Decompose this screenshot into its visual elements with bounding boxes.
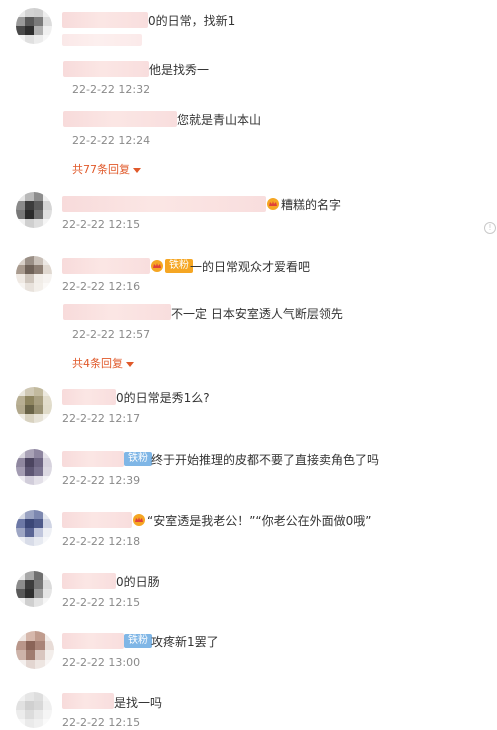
avatar[interactable] bbox=[16, 692, 52, 728]
reply-username-blurred[interactable] bbox=[63, 111, 177, 127]
comment-time: 22-2-22 12:15 bbox=[62, 596, 141, 609]
comment-text: 0的日肠 bbox=[116, 575, 160, 589]
comment-time: 22-2-22 12:16 bbox=[62, 280, 141, 293]
reply-time: 22-2-22 12:24 bbox=[72, 134, 151, 147]
comment-text: 终于开始推理的皮都不要了直接卖角色了吗 bbox=[151, 453, 380, 467]
avatar[interactable] bbox=[16, 192, 52, 228]
comment-text: 糟糕的名字 bbox=[281, 198, 342, 212]
reply-time: 22-2-22 12:57 bbox=[72, 328, 151, 341]
username-blurred[interactable] bbox=[62, 12, 148, 28]
fan-badge: 铁粉 bbox=[124, 452, 152, 466]
more-replies-label: 共77条回复 bbox=[72, 163, 130, 176]
avatar[interactable] bbox=[16, 631, 54, 669]
caret-down-icon bbox=[133, 167, 141, 173]
more-replies-link[interactable]: 共77条回复 bbox=[72, 161, 141, 177]
reply-text: 您就是青山本山 bbox=[177, 113, 262, 127]
comment-text: 0的日常，找新1 bbox=[148, 14, 236, 28]
username-blurred[interactable] bbox=[62, 512, 132, 528]
username-blurred[interactable] bbox=[62, 196, 266, 212]
comment-text: 0的日常是秀1么? bbox=[116, 391, 210, 405]
caret-down-icon bbox=[126, 361, 134, 367]
reply-list: 不一定 日本安室透人气断层领先 22-2-22 12:57 共4条回复 bbox=[61, 296, 481, 372]
username-blurred[interactable] bbox=[62, 573, 116, 589]
crown-icon bbox=[151, 260, 163, 272]
reply-list: 他是找秀一 22-2-22 12:32 您就是青山本山 22-2-22 12:2… bbox=[61, 58, 481, 184]
avatar[interactable] bbox=[16, 8, 52, 44]
username-blurred[interactable] bbox=[62, 693, 114, 709]
avatar[interactable] bbox=[16, 571, 52, 607]
more-replies-link[interactable]: 共4条回复 bbox=[72, 355, 134, 371]
username-blurred[interactable] bbox=[62, 633, 124, 649]
username-blurred[interactable] bbox=[62, 258, 150, 274]
comment-time: 22-2-22 12:15 bbox=[62, 218, 141, 231]
fan-badge: 铁粉 bbox=[124, 634, 152, 648]
comment-text: 攻疼新1罢了 bbox=[151, 635, 219, 649]
avatar[interactable] bbox=[16, 387, 52, 423]
info-icon[interactable]: ! bbox=[484, 222, 496, 234]
comment-time: 22-2-22 12:15 bbox=[62, 716, 141, 729]
more-replies-label: 共4条回复 bbox=[72, 357, 123, 370]
fan-badge: 铁粉 bbox=[165, 259, 193, 273]
reply-text: 不一定 日本安室透人气断层领先 bbox=[171, 307, 343, 321]
comment-text: 是找一吗 bbox=[114, 696, 163, 710]
crown-icon bbox=[133, 514, 145, 526]
avatar[interactable] bbox=[16, 449, 52, 485]
comment-text: “安室透是我老公！”“你老公在外面做0哦” bbox=[147, 514, 372, 528]
comment-time: 22-2-22 12:17 bbox=[62, 412, 141, 425]
reply-username-blurred[interactable] bbox=[63, 61, 149, 77]
comment-time: 22-2-22 12:18 bbox=[62, 535, 141, 548]
comment-time: 22-2-22 12:39 bbox=[62, 474, 141, 487]
reply-time: 22-2-22 12:32 bbox=[72, 83, 151, 96]
comment-time: 22-2-22 13:00 bbox=[62, 656, 141, 669]
reply-username-blurred[interactable] bbox=[63, 304, 171, 320]
crown-icon bbox=[267, 198, 279, 210]
username-blurred[interactable] bbox=[62, 389, 116, 405]
username-blurred[interactable] bbox=[62, 451, 124, 467]
reply-text: 他是找秀一 bbox=[149, 63, 210, 77]
avatar[interactable] bbox=[16, 510, 52, 546]
avatar[interactable] bbox=[16, 256, 52, 292]
timestamp-blurred bbox=[62, 34, 142, 46]
comment-text: 一的日常观众才爱看吧 bbox=[190, 260, 311, 274]
